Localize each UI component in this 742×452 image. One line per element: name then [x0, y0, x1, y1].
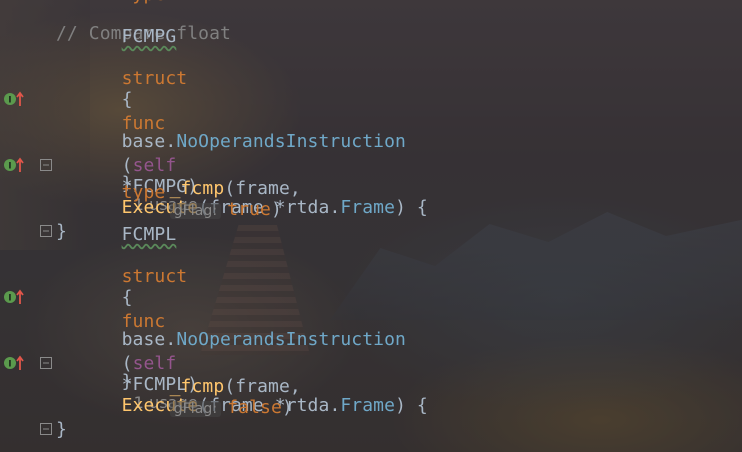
code-line-fcmpl-body[interactable]: _fcmp(frame, gFlag: false) — [0, 376, 742, 418]
fold-end-icon[interactable] — [40, 225, 52, 237]
type-name-fcmpl[interactable]: FCMPL — [122, 224, 177, 245]
keyword-struct: struct — [121, 68, 188, 89]
code-line-fcmpl-close[interactable]: } — [0, 413, 742, 446]
code-editor[interactable]: // Compare float I type FCMPG struct { b… — [0, 0, 742, 452]
keyword-func: func — [121, 311, 166, 332]
svg-text:I: I — [8, 360, 11, 370]
implements-interface-icon[interactable]: I — [3, 353, 25, 373]
keyword-type: type — [121, 182, 166, 203]
implements-interface-icon[interactable]: I — [3, 89, 25, 109]
svg-text:I: I — [8, 96, 11, 106]
implements-interface-icon[interactable]: I — [3, 287, 25, 307]
fold-icon[interactable] — [40, 159, 52, 171]
closing-brace: } — [56, 419, 67, 440]
implements-interface-icon[interactable]: I — [3, 155, 25, 175]
call-fcmp[interactable]: _fcmp — [170, 376, 225, 397]
fold-end-icon[interactable] — [40, 423, 52, 435]
keyword-func: func — [121, 113, 166, 134]
call-args: (frame, — [224, 375, 301, 397]
svg-text:I: I — [8, 162, 11, 172]
keyword-struct: struct — [121, 266, 188, 287]
fold-icon[interactable] — [40, 357, 52, 369]
svg-text:I: I — [8, 294, 11, 304]
type-name-fcmpg[interactable]: FCMPG — [122, 26, 177, 47]
